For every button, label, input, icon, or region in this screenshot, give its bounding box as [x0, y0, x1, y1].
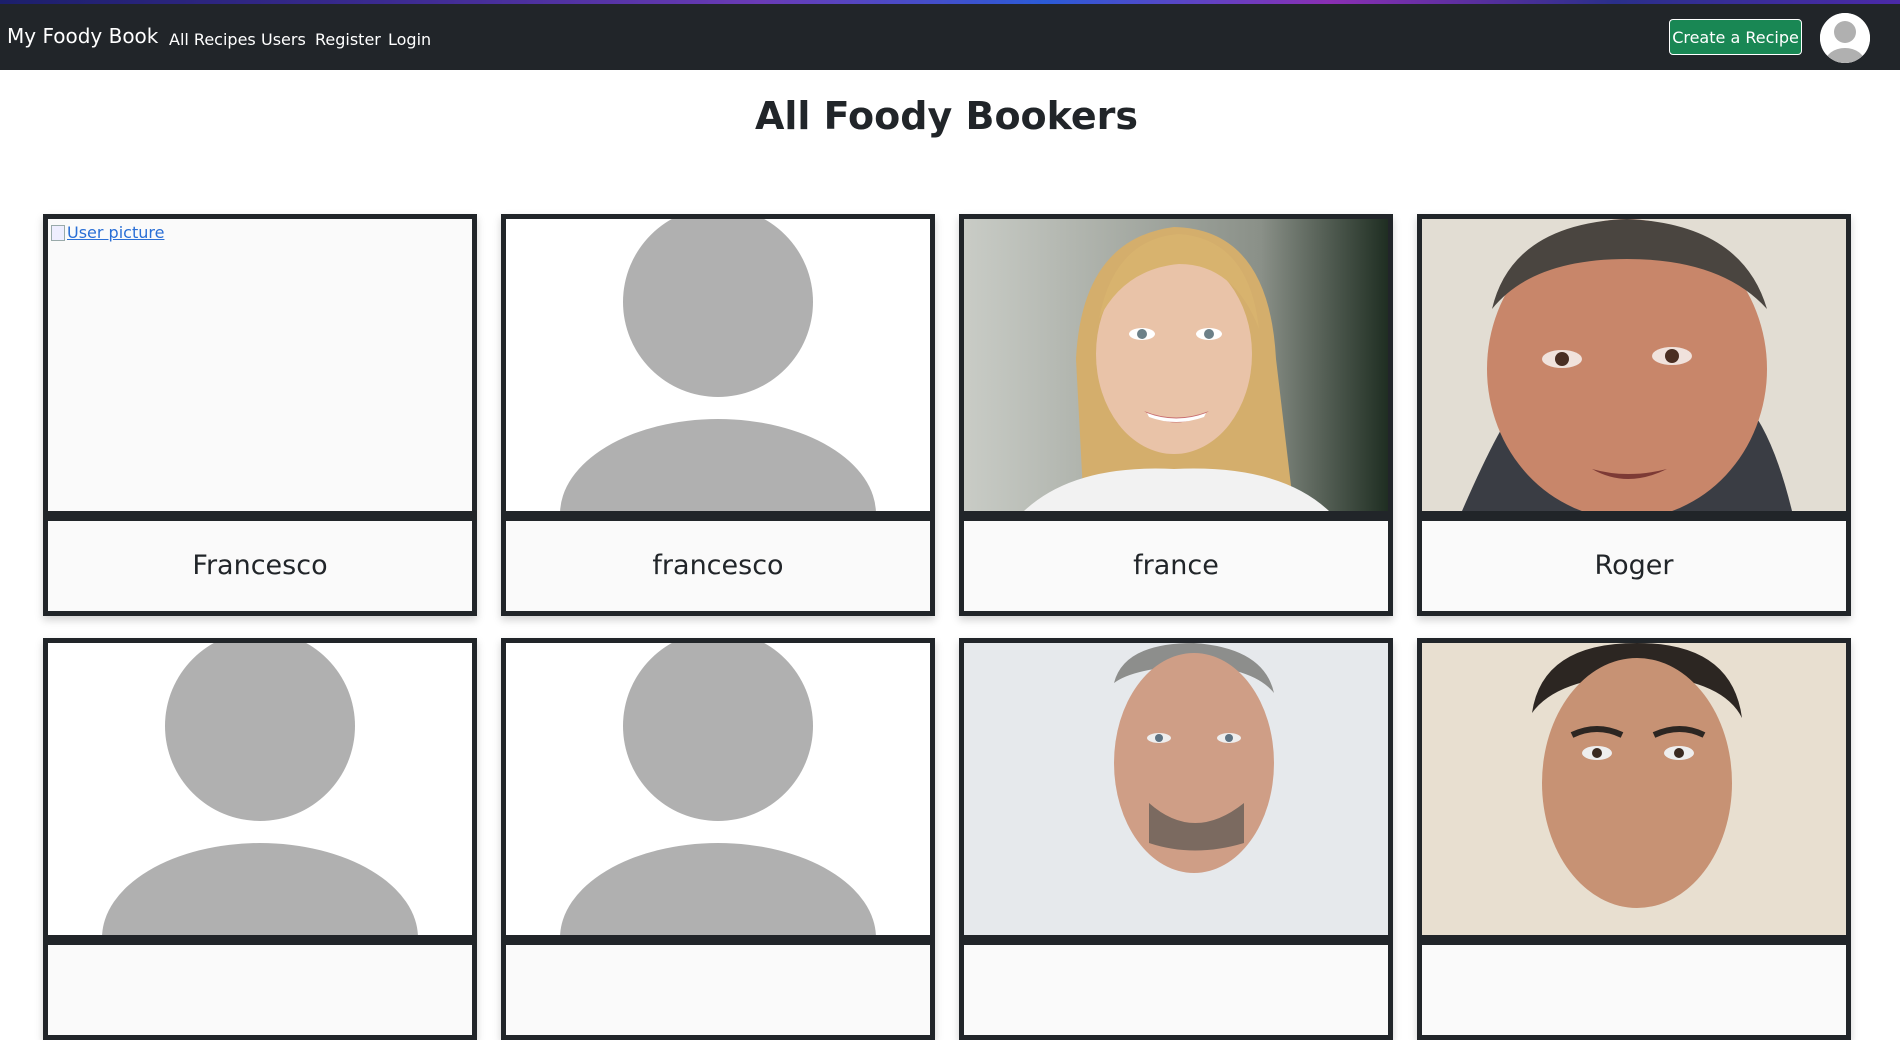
user-card[interactable]: Roger	[1417, 214, 1851, 616]
user-avatar-icon[interactable]	[1820, 13, 1870, 63]
create-recipe-button[interactable]: Create a Recipe	[1669, 19, 1802, 55]
nav-link-login[interactable]: Login	[388, 30, 431, 49]
user-card[interactable]	[501, 638, 935, 1040]
user-card[interactable]: francesco	[501, 214, 935, 616]
navbar: My Foody Book All Recipes Users Register…	[0, 4, 1900, 70]
user-photo-man-dark-hair[interactable]	[1417, 638, 1851, 940]
nav-link-register[interactable]: Register	[315, 30, 381, 49]
user-name: france	[959, 516, 1393, 616]
user-card[interactable]	[959, 638, 1393, 1040]
user-picture[interactable]: User picture	[43, 214, 477, 516]
user-picture-alt: User picture	[67, 223, 165, 242]
default-avatar-icon[interactable]	[501, 214, 935, 516]
broken-image-icon[interactable]: User picture	[51, 223, 164, 242]
user-card[interactable]	[1417, 638, 1851, 1040]
brand-link[interactable]: My Foody Book	[7, 24, 158, 48]
user-card[interactable]: User picture Francesco	[43, 214, 477, 616]
user-name: francesco	[501, 516, 935, 616]
user-card[interactable]: france	[959, 214, 1393, 616]
user-name: Francesco	[43, 516, 477, 616]
nav-link-users[interactable]: Users	[261, 30, 306, 49]
user-name: Roger	[1417, 516, 1851, 616]
user-name	[1417, 940, 1851, 1040]
nav-link-all-recipes[interactable]: All Recipes	[169, 30, 256, 49]
default-avatar-icon[interactable]	[43, 638, 477, 940]
default-avatar-icon[interactable]	[501, 638, 935, 940]
user-photo-man-grey-hair[interactable]	[959, 638, 1393, 940]
user-name	[959, 940, 1393, 1040]
user-photo-man[interactable]	[1417, 214, 1851, 516]
user-photo-woman[interactable]	[959, 214, 1393, 516]
broken-image-glyph	[51, 224, 65, 241]
page-title: All Foody Bookers	[754, 94, 1139, 138]
user-name	[43, 940, 477, 1040]
user-name	[501, 940, 935, 1040]
user-card[interactable]	[43, 638, 477, 1040]
